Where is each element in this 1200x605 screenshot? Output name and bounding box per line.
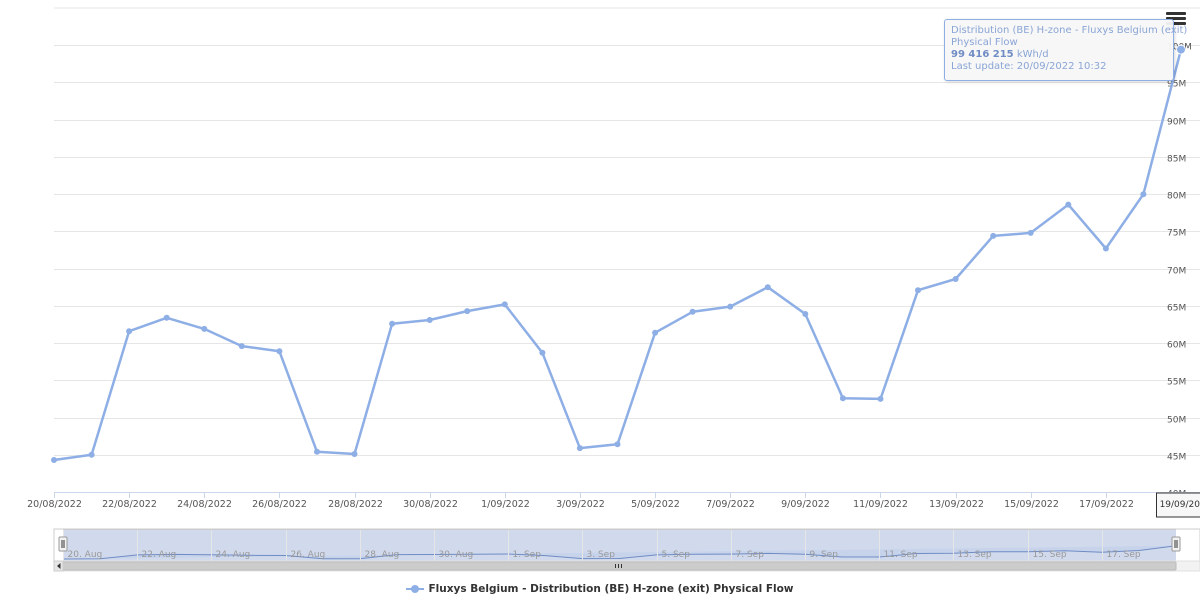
- data-point[interactable]: [727, 304, 733, 310]
- x-tick-label: 30/08/2022: [403, 499, 458, 510]
- tooltip-value: 99 416 215: [951, 49, 1014, 60]
- navigator-tick-label: 28. Aug: [365, 550, 400, 560]
- data-point[interactable]: [126, 328, 132, 334]
- navigator-tick-label: 22. Aug: [142, 550, 177, 560]
- data-point[interactable]: [577, 445, 583, 451]
- x-tick-label: 9/09/2022: [781, 499, 830, 510]
- x-tick-label: 28/08/2022: [328, 499, 383, 510]
- tooltip-title: Distribution (BE) H-zone - Fluxys Belgiu…: [951, 25, 1167, 37]
- data-point[interactable]: [51, 457, 57, 463]
- data-point[interactable]: [1028, 230, 1034, 236]
- navigator-tick-label: 11. Sep: [884, 550, 918, 560]
- x-tick-label: 20/08/2022: [27, 499, 82, 510]
- x-tick-label: 17/09/2022: [1079, 499, 1134, 510]
- y-tick-label: 90M: [1167, 118, 1186, 128]
- data-point[interactable]: [953, 276, 959, 282]
- data-point[interactable]: [915, 287, 921, 293]
- x-tick-label: 3/09/2022: [556, 499, 605, 510]
- tooltip-update: Last update: 20/09/2022 10:32: [951, 61, 1167, 73]
- data-point[interactable]: [1177, 45, 1186, 54]
- y-tick-label: 85M: [1167, 155, 1186, 165]
- data-point[interactable]: [539, 350, 545, 356]
- x-tick-label: 22/08/2022: [102, 499, 157, 510]
- navigator-tick-label: 7. Sep: [736, 550, 765, 560]
- data-point[interactable]: [652, 330, 658, 336]
- tooltip-unit: kWh/d: [1017, 49, 1049, 60]
- x-tick-label: 15/09/2022: [1004, 499, 1059, 510]
- navigator-right-handle[interactable]: [1172, 537, 1180, 551]
- y-tick-label: 50M: [1167, 416, 1186, 426]
- navigator-tick-label: 24. Aug: [216, 550, 251, 560]
- data-point[interactable]: [239, 343, 245, 349]
- data-point[interactable]: [878, 396, 884, 402]
- y-tick-label: 55M: [1167, 378, 1186, 388]
- y-tick-label: 45M: [1167, 453, 1186, 463]
- chart-tooltip: Distribution (BE) H-zone - Fluxys Belgiu…: [944, 19, 1174, 81]
- data-point[interactable]: [690, 309, 696, 315]
- navigator-tick-label: 17. Sep: [1107, 550, 1141, 560]
- x-tick-label: 26/08/2022: [252, 499, 307, 510]
- data-point[interactable]: [802, 311, 808, 317]
- chart-container: 40M45M50M55M60M65M70M75M80M85M90M95M100M…: [0, 0, 1200, 601]
- data-point[interactable]: [1140, 191, 1146, 197]
- navigator-tick-label: 3. Sep: [587, 550, 616, 560]
- data-point[interactable]: [314, 449, 320, 455]
- data-point[interactable]: [201, 326, 207, 332]
- data-point[interactable]: [427, 317, 433, 323]
- legend-item-series[interactable]: Fluxys Belgium - Distribution (BE) H-zon…: [406, 583, 793, 595]
- y-tick-label: 75M: [1167, 229, 1186, 239]
- y-tick-label: 65M: [1167, 304, 1186, 314]
- x-tick-label: 13/09/2022: [929, 499, 984, 510]
- x-tick-label: 19/09/2022: [1160, 500, 1200, 510]
- data-point[interactable]: [89, 452, 95, 458]
- legend-marker-icon: [406, 584, 424, 594]
- chart-legend: Fluxys Belgium - Distribution (BE) H-zon…: [0, 583, 1200, 597]
- navigator-tick-label: 5. Sep: [662, 550, 691, 560]
- data-point[interactable]: [276, 348, 282, 354]
- navigator-tick-label: 15. Sep: [1033, 550, 1067, 560]
- data-point[interactable]: [352, 451, 358, 457]
- navigator-left-handle[interactable]: [59, 537, 67, 551]
- y-tick-label: 60M: [1167, 341, 1186, 351]
- x-tick-label: 5/09/2022: [631, 499, 680, 510]
- x-tick-label: 24/08/2022: [177, 499, 232, 510]
- scrollbar-thumb[interactable]: [63, 562, 1176, 570]
- navigator-tick-label: 26. Aug: [291, 550, 326, 560]
- data-point[interactable]: [765, 284, 771, 290]
- tooltip-value-line: 99 416 215 kWh/d: [951, 49, 1167, 61]
- y-tick-label: 70M: [1167, 267, 1186, 277]
- data-point[interactable]: [615, 441, 621, 447]
- data-point[interactable]: [164, 315, 170, 321]
- data-point[interactable]: [502, 301, 508, 307]
- x-tick-label: 1/09/2022: [481, 499, 530, 510]
- data-point[interactable]: [389, 321, 395, 327]
- data-point[interactable]: [1065, 202, 1071, 208]
- tooltip-subtitle: Physical Flow: [951, 37, 1167, 49]
- navigator-tick-label: 13. Sep: [958, 550, 992, 560]
- data-point[interactable]: [464, 308, 470, 314]
- x-tick-label: 7/09/2022: [706, 499, 755, 510]
- navigator-tick-label: 9. Sep: [810, 550, 839, 560]
- line-chart: 40M45M50M55M60M65M70M75M80M85M90M95M100M…: [0, 0, 1200, 601]
- data-point[interactable]: [1103, 246, 1109, 252]
- navigator-tick-label: 1. Sep: [513, 550, 542, 560]
- navigator-tick-label: 30. Aug: [439, 550, 474, 560]
- x-tick-label: 11/09/2022: [853, 499, 908, 510]
- series-line[interactable]: [54, 50, 1181, 460]
- legend-label: Fluxys Belgium - Distribution (BE) H-zon…: [428, 583, 793, 595]
- y-tick-label: 80M: [1167, 192, 1186, 202]
- navigator-tick-label: 20. Aug: [68, 550, 103, 560]
- data-point[interactable]: [990, 233, 996, 239]
- data-point[interactable]: [840, 395, 846, 401]
